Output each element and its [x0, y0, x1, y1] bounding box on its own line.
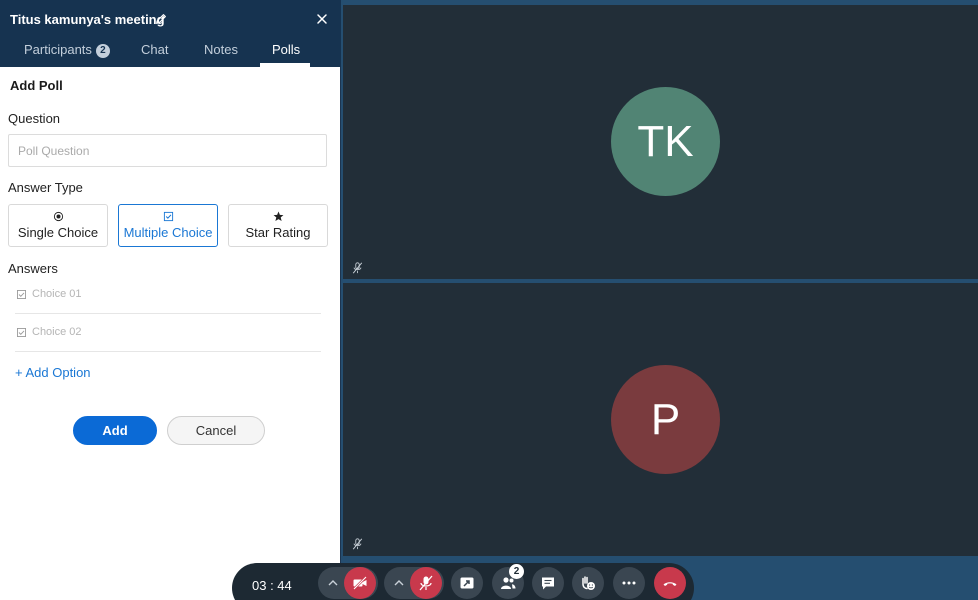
star-rating-option[interactable]: Star Rating — [228, 204, 328, 247]
participant-tile: TK — [343, 5, 978, 279]
answer-choice-placeholder: Choice 02 — [32, 326, 82, 338]
active-tab-indicator — [260, 63, 310, 67]
tab-participants[interactable]: Participants 2 — [24, 40, 110, 67]
participant-avatar: P — [611, 365, 720, 474]
chevron-up-icon[interactable] — [328, 579, 338, 587]
more-options-button[interactable] — [613, 567, 645, 599]
meeting-title: Titus kamunya's meeting — [10, 12, 165, 27]
chat-icon — [542, 577, 554, 590]
panel-header: Titus kamunya's meeting Participants 2 Ch… — [0, 0, 341, 67]
reactions-button[interactable] — [572, 567, 604, 599]
edit-pencil-icon[interactable] — [154, 12, 168, 26]
participant-avatar: TK — [611, 87, 720, 196]
star-icon — [273, 211, 284, 221]
mic-off-icon — [419, 575, 433, 591]
poll-question-input[interactable] — [8, 134, 327, 167]
mic-muted-icon — [352, 538, 363, 550]
tab-chat[interactable]: Chat — [141, 40, 168, 67]
raise-hand-emoji-icon — [582, 576, 595, 590]
star-rating-label: Star Rating — [245, 225, 311, 240]
answer-choice-row[interactable]: Choice 01 — [15, 276, 321, 314]
meeting-timer: 03 : 44 — [252, 578, 292, 593]
mic-muted-icon — [352, 262, 363, 274]
add-button[interactable]: Add — [73, 416, 157, 445]
participants-count-badge: 2 — [509, 564, 524, 579]
share-screen-button[interactable] — [451, 567, 483, 599]
close-icon[interactable] — [315, 12, 329, 26]
video-off-icon — [353, 576, 367, 590]
mic-toggle-button[interactable] — [410, 567, 442, 599]
answer-type-label: Answer Type — [8, 180, 83, 195]
add-option-link[interactable]: + Add Option — [15, 365, 91, 380]
chevron-up-icon[interactable] — [394, 579, 404, 587]
multiple-choice-label: Multiple Choice — [123, 225, 213, 240]
tab-participants-label: Participants — [24, 42, 92, 57]
checkbox-icon — [163, 211, 174, 222]
participants-count-badge: 2 — [95, 44, 110, 58]
hang-up-icon — [663, 582, 677, 586]
tab-polls-label: Polls — [272, 42, 301, 57]
answer-choice-row[interactable]: Choice 02 — [15, 314, 321, 352]
tab-notes-label: Notes — [204, 42, 238, 57]
more-dots-icon — [622, 581, 636, 585]
multiple-choice-option[interactable]: Multiple Choice — [118, 204, 218, 247]
answer-choice-placeholder: Choice 01 — [32, 288, 82, 300]
share-screen-icon — [460, 577, 474, 589]
tab-notes[interactable]: Notes — [204, 40, 238, 67]
chat-button[interactable] — [532, 567, 564, 599]
tab-chat-label: Chat — [141, 42, 169, 57]
side-panel: Titus kamunya's meeting Participants 2 Ch… — [0, 0, 341, 600]
video-toggle-button[interactable] — [344, 567, 376, 599]
single-choice-option[interactable]: Single Choice — [8, 204, 108, 247]
meeting-controls-bar: 03 : 44 2 — [232, 563, 694, 600]
single-choice-label: Single Choice — [17, 225, 99, 240]
panel-tabs: Participants 2 Chat Notes Polls — [0, 40, 341, 67]
end-call-button[interactable] — [654, 567, 686, 599]
participant-tile: P — [343, 283, 978, 556]
question-label: Question — [8, 111, 61, 126]
add-poll-heading: Add Poll — [10, 78, 63, 93]
radio-icon — [53, 211, 64, 222]
checkbox-icon — [17, 290, 26, 299]
answers-label: Answers — [8, 261, 58, 276]
checkbox-icon — [17, 328, 26, 337]
cancel-button[interactable]: Cancel — [167, 416, 265, 445]
